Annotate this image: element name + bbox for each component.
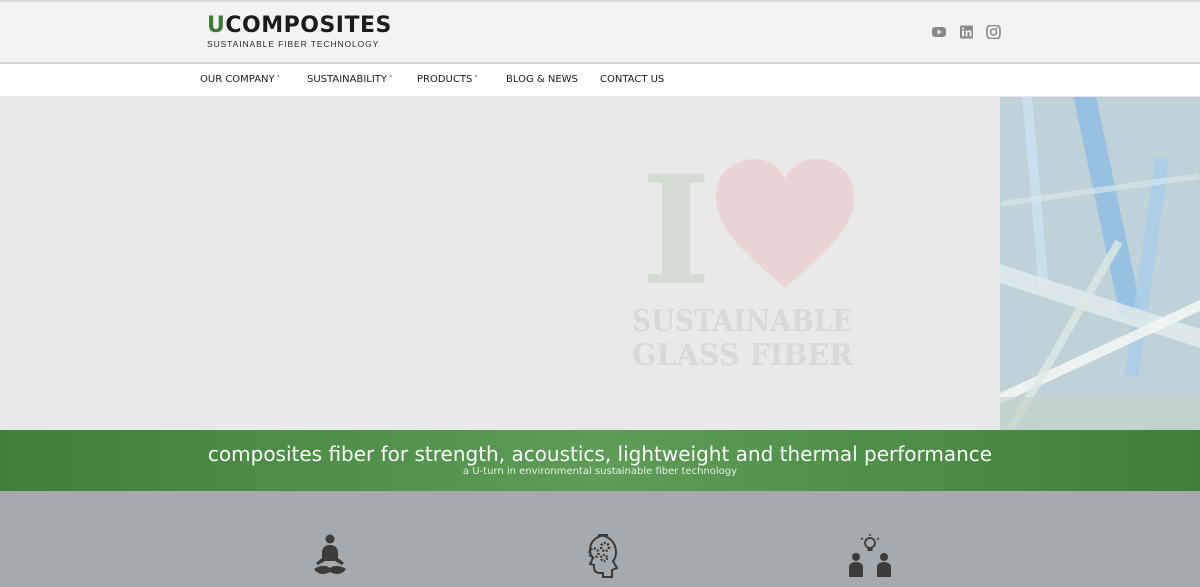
- nav-item-our-company[interactable]: OUR COMPANY ˅: [200, 74, 280, 85]
- nav-item-sustainability[interactable]: SUSTAINABILITY ˅: [307, 74, 393, 85]
- banner-subtitle: a U-turn in environmental sustainable fi…: [462, 466, 738, 477]
- nav-item-label: PRODUCTS: [417, 74, 473, 85]
- team-idea-icon: [849, 534, 891, 577]
- hero-graphic-line1: SUSTAINABLE: [632, 304, 853, 339]
- chevron-down-icon: ˅: [389, 75, 393, 83]
- logo[interactable]: UCOMPOSITES SUSTAINABLE FIBER TECHNOLOGY: [207, 14, 392, 50]
- nav-item-label: BLOG & NEWS: [506, 74, 578, 85]
- hero-graphic-line2: GLASS FIBER: [632, 338, 854, 371]
- glass-fiber-photo: [1000, 97, 1200, 430]
- logo-u-letter: U: [207, 13, 226, 38]
- linkedin-link[interactable]: [958, 25, 974, 39]
- chevron-down-icon: ˅: [276, 75, 281, 83]
- chevron-down-icon: ˅: [474, 75, 478, 83]
- brain-gears-icon: [588, 534, 619, 578]
- hero-slider: I SUSTAINABLE GLASS FIBER: [0, 97, 1200, 430]
- linkedin-icon: [960, 25, 973, 39]
- nav-item-contact-us[interactable]: CONTACT US: [600, 74, 664, 85]
- nav-item-label: OUR COMPANY: [200, 74, 275, 85]
- logo-wordmark: UCOMPOSITES: [207, 14, 392, 38]
- tagline-banner: composites fiber for strength, acoustics…: [0, 430, 1200, 491]
- main-nav: OUR COMPANY ˅ SUSTAINABILITY ˅ PRODUCTS ˅ B…: [0, 64, 1200, 97]
- nav-item-blog-news[interactable]: BLOG & NEWS: [506, 74, 578, 85]
- banner-title: composites fiber for strength, acoustics…: [207, 442, 993, 466]
- logo-tagline: SUSTAINABLE FIBER TECHNOLOGY: [207, 39, 380, 49]
- glass-fiber-strands: [1000, 97, 1200, 430]
- hero-graphic-letter: I: [641, 155, 711, 319]
- instagram-link[interactable]: [985, 25, 1001, 39]
- i-love-sustainable-glass-fiber-graphic: I SUSTAINABLE GLASS FIBER: [632, 155, 854, 371]
- heart-icon: [716, 159, 854, 288]
- logo-brand-text: COMPOSITES: [225, 13, 392, 38]
- youtube-icon: [932, 27, 946, 37]
- nav-item-products[interactable]: PRODUCTS ˅: [417, 74, 478, 85]
- features-section: [0, 491, 1200, 587]
- instagram-icon: [986, 25, 1001, 39]
- nav-item-label: SUSTAINABILITY: [307, 74, 388, 85]
- youtube-link[interactable]: [931, 25, 947, 39]
- site-header: UCOMPOSITES SUSTAINABLE FIBER TECHNOLOGY: [0, 0, 1200, 64]
- nav-item-label: CONTACT US: [600, 74, 665, 85]
- meditation-person-icon: [314, 534, 346, 574]
